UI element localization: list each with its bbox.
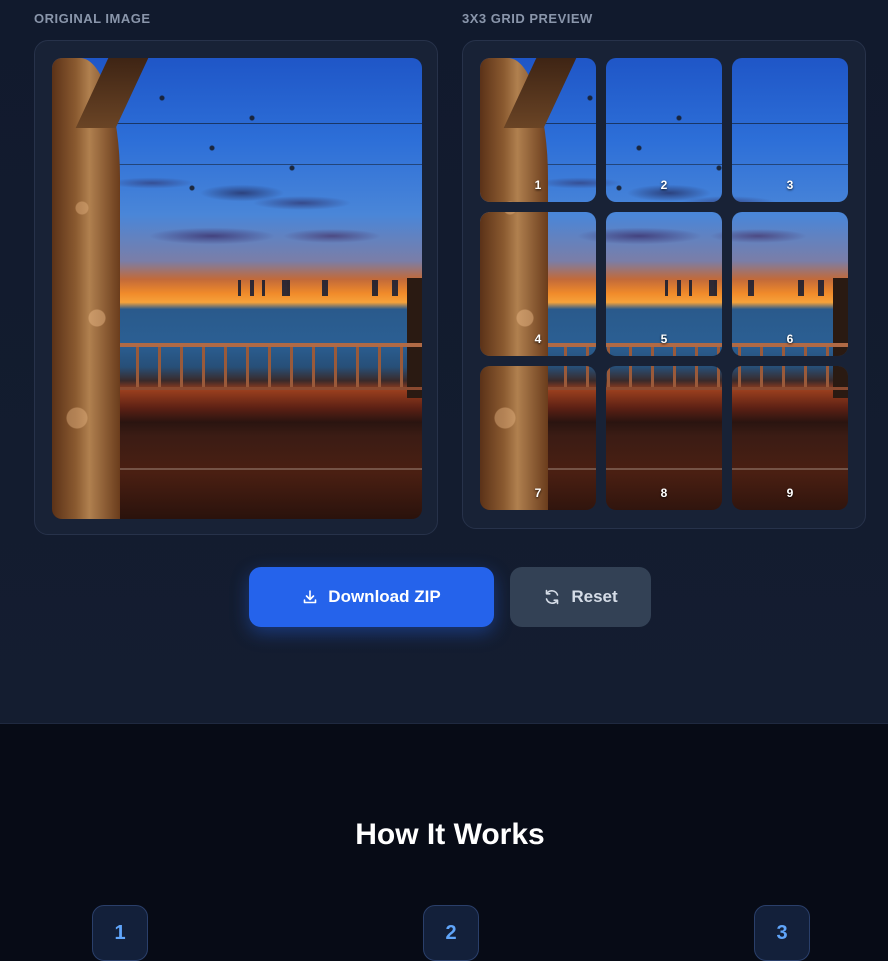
grid-tile: 1 — [480, 58, 596, 202]
grid-tile-number: 5 — [660, 332, 668, 346]
grid-tile-number: 2 — [660, 178, 668, 192]
grid-tile-number: 4 — [534, 332, 542, 346]
step-badge-2: 2 — [423, 905, 479, 961]
grid-tile: 6 — [732, 212, 848, 356]
grid-tile: 2 — [606, 58, 722, 202]
refresh-icon — [546, 589, 559, 605]
grid-tile-number: 9 — [786, 486, 794, 500]
reset-label: Reset — [571, 587, 618, 606]
grid-tile: 4 — [480, 212, 596, 356]
reset-button[interactable]: Reset — [510, 567, 651, 627]
editor-section: ORIGINAL IMAGE 3X3 GRID PREVIEW 1 2 3 4 … — [0, 0, 888, 724]
grid-tile: 8 — [606, 366, 722, 510]
step-badge-1: 1 — [92, 905, 148, 961]
grid-preview-label: 3X3 GRID PREVIEW — [462, 11, 593, 26]
original-image-panel — [34, 40, 438, 535]
grid-tile-number: 1 — [534, 178, 542, 192]
original-image — [52, 58, 422, 519]
grid-tile-number: 8 — [660, 486, 668, 500]
grid-tile-number: 7 — [534, 486, 542, 500]
original-image-label: ORIGINAL IMAGE — [34, 11, 151, 26]
grid-tile: 3 — [732, 58, 848, 202]
how-it-works-title: How It Works — [355, 818, 545, 851]
grid-tile-number: 3 — [786, 178, 794, 192]
grid-tile: 7 — [480, 366, 596, 510]
scene-template — [52, 58, 422, 519]
download-zip-button[interactable]: Download ZIP — [249, 567, 494, 627]
grid-tile-number: 6 — [786, 332, 794, 346]
step-badge-3: 3 — [754, 905, 810, 961]
grid-tile: 9 — [732, 366, 848, 510]
download-zip-label: Download ZIP — [328, 587, 441, 606]
download-icon — [303, 590, 317, 604]
grid-tile: 5 — [606, 212, 722, 356]
grid-preview-panel: 1 2 3 4 5 6 7 8 9 — [462, 40, 866, 529]
